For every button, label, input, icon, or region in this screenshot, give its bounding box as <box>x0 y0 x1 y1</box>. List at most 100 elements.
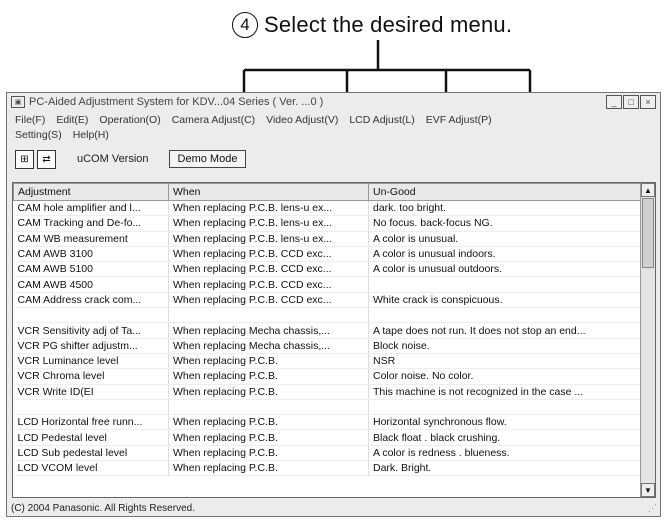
table-cell <box>368 307 643 324</box>
resize-grip-icon[interactable]: ⋰ <box>648 503 657 514</box>
table-cell <box>13 307 169 324</box>
maximize-button[interactable]: □ <box>623 95 639 109</box>
table-cell: When replacing P.C.B. <box>168 414 369 431</box>
table-cell: LCD Sub pedestal level <box>13 445 169 462</box>
close-button[interactable]: × <box>640 95 656 109</box>
table-header: Adjustment When Un-Good <box>13 183 643 201</box>
table-cell <box>168 399 369 416</box>
table-cell: When replacing P.C.B. CCD exc... <box>168 276 369 293</box>
instruction-callout: 4 Select the desired menu. <box>232 8 512 42</box>
step-number: 4 <box>232 12 258 38</box>
window-title: PC-Aided Adjustment System for KDV...04 … <box>29 96 324 108</box>
table-cell: CAM WB measurement <box>13 231 169 247</box>
table-cell <box>168 307 369 324</box>
table-cell: When replacing P.C.B. lens-u ex... <box>168 231 369 247</box>
status-bar: (C) 2004 Panasonic. All Rights Reserved. <box>11 503 195 514</box>
table-row[interactable]: CAM WB measurement When replacing P.C.B. … <box>13 231 643 247</box>
table-row[interactable]: VCR Luminance level When replacing P.C.B.… <box>13 353 643 370</box>
menu-item[interactable]: Setting(S) <box>15 129 62 141</box>
table-cell: When replacing P.C.B. <box>168 460 369 477</box>
table-cell: A tape does not run. It does not stop an… <box>368 322 643 339</box>
vertical-scrollbar[interactable]: ▲ ▼ <box>640 183 655 497</box>
column-header[interactable]: When <box>168 183 369 201</box>
table-cell: VCR Luminance level <box>13 353 169 370</box>
table-cell: Color noise. No color. <box>368 368 643 385</box>
scroll-thumb[interactable] <box>642 198 654 268</box>
table-cell: When replacing P.C.B. lens-u ex... <box>168 215 369 232</box>
table-cell: dark. too bright. <box>368 200 643 217</box>
table-cell: CAM AWB 5100 <box>13 261 169 278</box>
menu-bar: File(F) Edit(E) Operation(O) Camera Adjust(… <box>7 111 660 142</box>
table-cell: When replacing P.C.B. CCD exc... <box>168 292 369 309</box>
menu-item[interactable]: EVF Adjust(P) <box>426 114 492 126</box>
table-row[interactable]: LCD Horizontal free runn... When replacin… <box>13 414 643 431</box>
table-cell: When replacing Mecha chassis,... <box>168 322 369 339</box>
table-row[interactable]: LCD VCOM level When replacing P.C.B. Dark.… <box>13 460 643 477</box>
table-cell: LCD Pedestal level <box>13 429 169 446</box>
table-cell <box>368 399 643 416</box>
title-bar[interactable]: ▣ PC-Aided Adjustment System for KDV...0… <box>7 93 660 111</box>
table-cell: LCD VCOM level <box>13 460 169 477</box>
table-cell: Black float . black crushing. <box>368 429 643 446</box>
table-cell: This machine is not recognized in the ca… <box>368 384 643 400</box>
mode-indicator: Demo Mode <box>168 150 247 168</box>
transfer-icon[interactable]: ⇄ <box>37 149 56 169</box>
app-window: ▣ PC-Aided Adjustment System for KDV...0… <box>6 92 661 517</box>
table-row[interactable]: CAM Address crack com... When replacing P… <box>13 292 643 309</box>
table-cell: VCR Sensitivity adj of Ta... <box>13 322 169 339</box>
table-cell: White crack is conspicuous. <box>368 292 643 309</box>
table-row[interactable]: VCR Write ID(EI When replacing P.C.B. This… <box>13 384 643 400</box>
table-cell: CAM Tracking and De-fo... <box>13 215 169 232</box>
table-cell: A color is unusual outdoors. <box>368 261 643 278</box>
table-cell: When replacing P.C.B. CCD exc... <box>168 246 369 263</box>
table-cell: Horizontal synchronous flow. <box>368 414 643 431</box>
table-cell: When replacing P.C.B. <box>168 368 369 385</box>
table-row[interactable]: CAM AWB 4500 When replacing P.C.B. CCD ex… <box>13 276 643 293</box>
table-cell: A color is redness . blueness. <box>368 445 643 462</box>
menu-item[interactable]: Edit(E) <box>56 114 88 126</box>
menu-item[interactable]: LCD Adjust(L) <box>349 114 414 126</box>
table-cell <box>368 276 643 293</box>
menu-item[interactable]: Camera Adjust(C) <box>172 114 255 126</box>
table-row[interactable] <box>13 307 643 324</box>
table-cell: VCR PG shifter adjustm... <box>13 338 169 354</box>
table-cell: Block noise. <box>368 338 643 354</box>
table-cell: VCR Chroma level <box>13 368 169 385</box>
app-icon: ▣ <box>11 96 25 108</box>
table-row[interactable]: LCD Pedestal level When replacing P.C.B. B… <box>13 429 643 446</box>
instruction-text: Select the desired menu. <box>264 12 513 37</box>
table-cell: CAM Address crack com... <box>13 292 169 309</box>
menu-item[interactable]: Video Adjust(V) <box>266 114 338 126</box>
minimize-button[interactable]: _ <box>606 95 622 109</box>
table-row[interactable] <box>13 399 643 416</box>
table-row[interactable]: CAM Tracking and De-fo... When replacing … <box>13 215 643 232</box>
connect-icon[interactable]: ⊞ <box>15 149 34 169</box>
menu-item[interactable]: Operation(O) <box>99 114 160 126</box>
table-cell: VCR Write ID(EI <box>13 384 169 400</box>
table-row[interactable]: CAM AWB 5100 When replacing P.C.B. CCD ex… <box>13 261 643 278</box>
table-cell: When replacing P.C.B. CCD exc... <box>168 261 369 278</box>
column-header[interactable]: Un-Good <box>368 183 643 201</box>
table-cell <box>13 399 169 416</box>
table-cell: Dark. Bright. <box>368 460 643 477</box>
menu-item[interactable]: Help(H) <box>73 129 109 141</box>
table-row[interactable]: CAM AWB 3100 When replacing P.C.B. CCD ex… <box>13 246 643 263</box>
table-row[interactable]: VCR Sensitivity adj of Ta... When replaci… <box>13 322 643 339</box>
table-cell: No focus. back-focus NG. <box>368 215 643 232</box>
menu-item[interactable]: File(F) <box>15 114 45 126</box>
table-row[interactable]: LCD Sub pedestal level When replacing P.C… <box>13 445 643 462</box>
table-cell: CAM AWB 4500 <box>13 276 169 293</box>
table-cell: When replacing P.C.B. lens-u ex... <box>168 200 369 217</box>
table-row[interactable]: VCR Chroma level When replacing P.C.B. Col… <box>13 368 643 385</box>
table-cell: When replacing P.C.B. <box>168 429 369 446</box>
table-cell: CAM AWB 3100 <box>13 246 169 263</box>
table-row[interactable]: CAM hole amplifier and l... When replacin… <box>13 200 643 217</box>
table-cell: NSR <box>368 353 643 370</box>
scroll-down-icon[interactable]: ▼ <box>641 483 655 497</box>
table-cell: A color is unusual indoors. <box>368 246 643 263</box>
scroll-up-icon[interactable]: ▲ <box>641 183 655 197</box>
table-cell: LCD Horizontal free runn... <box>13 414 169 431</box>
column-header[interactable]: Adjustment <box>13 183 169 201</box>
table-cell: A color is unusual. <box>368 231 643 247</box>
table-row[interactable]: VCR PG shifter adjustm... When replacing … <box>13 338 643 354</box>
